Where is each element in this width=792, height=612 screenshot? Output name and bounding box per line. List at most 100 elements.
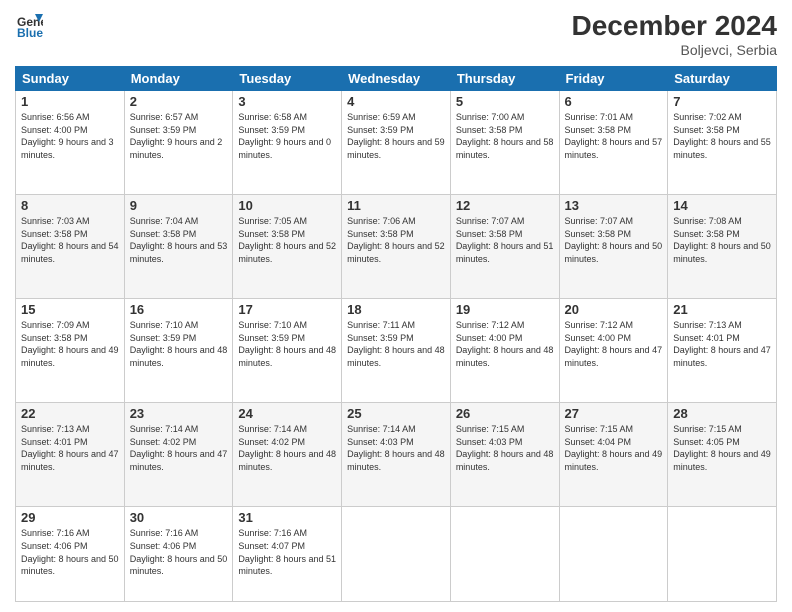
calendar-cell: 18Sunrise: 7:11 AMSunset: 3:59 PMDayligh… xyxy=(342,299,451,403)
weekday-header-saturday: Saturday xyxy=(668,67,777,91)
cell-details: Sunrise: 7:04 AMSunset: 3:58 PMDaylight:… xyxy=(130,215,228,265)
calendar-cell: 19Sunrise: 7:12 AMSunset: 4:00 PMDayligh… xyxy=(450,299,559,403)
cell-details: Sunrise: 6:56 AMSunset: 4:00 PMDaylight:… xyxy=(21,111,119,161)
day-number: 5 xyxy=(456,94,554,109)
day-number: 31 xyxy=(238,510,336,525)
cell-details: Sunrise: 7:03 AMSunset: 3:58 PMDaylight:… xyxy=(21,215,119,265)
calendar-cell xyxy=(668,507,777,602)
day-number: 3 xyxy=(238,94,336,109)
calendar-week-1: 1 Sunrise: 6:56 AMSunset: 4:00 PMDaylight… xyxy=(16,91,777,195)
calendar-week-5: 29 Sunrise: 7:16 AMSunset: 4:06 PMDayligh… xyxy=(16,507,777,602)
page: General Blue December 2024 Boljevci, Ser… xyxy=(0,0,792,612)
day-number: 30 xyxy=(130,510,228,525)
cell-details: Sunrise: 7:14 AMSunset: 4:02 PMDaylight:… xyxy=(238,423,336,473)
calendar-cell: 22 Sunrise: 7:13 AMSunset: 4:01 PMDayligh… xyxy=(16,403,125,507)
calendar-cell: 6 Sunrise: 7:01 AMSunset: 3:58 PMDaylight… xyxy=(559,91,668,195)
cell-details: Sunrise: 7:09 AMSunset: 3:58 PMDaylight:… xyxy=(21,319,119,369)
day-number: 24 xyxy=(238,406,336,421)
day-number: 1 xyxy=(21,94,119,109)
svg-text:Blue: Blue xyxy=(17,26,43,38)
day-number: 26 xyxy=(456,406,554,421)
day-number: 15 xyxy=(21,302,119,317)
weekday-header-thursday: Thursday xyxy=(450,67,559,91)
day-number: 27 xyxy=(565,406,663,421)
calendar-cell: 3 Sunrise: 6:58 AMSunset: 3:59 PMDaylight… xyxy=(233,91,342,195)
cell-details: Sunrise: 7:08 AMSunset: 3:58 PMDaylight:… xyxy=(673,215,771,265)
day-number: 8 xyxy=(21,198,119,213)
cell-details: Sunrise: 7:16 AMSunset: 4:06 PMDaylight:… xyxy=(21,527,119,577)
calendar-cell: 4 Sunrise: 6:59 AMSunset: 3:59 PMDaylight… xyxy=(342,91,451,195)
weekday-header-friday: Friday xyxy=(559,67,668,91)
weekday-header-sunday: Sunday xyxy=(16,67,125,91)
cell-details: Sunrise: 7:10 AMSunset: 3:59 PMDaylight:… xyxy=(130,319,228,369)
calendar-header-row: SundayMondayTuesdayWednesdayThursdayFrid… xyxy=(16,67,777,91)
calendar-cell: 9 Sunrise: 7:04 AMSunset: 3:58 PMDaylight… xyxy=(124,195,233,299)
calendar-cell: 12Sunrise: 7:07 AMSunset: 3:58 PMDayligh… xyxy=(450,195,559,299)
location: Boljevci, Serbia xyxy=(572,42,777,58)
day-number: 7 xyxy=(673,94,771,109)
day-number: 16 xyxy=(130,302,228,317)
cell-details: Sunrise: 7:10 AMSunset: 3:59 PMDaylight:… xyxy=(238,319,336,369)
calendar-cell: 8 Sunrise: 7:03 AMSunset: 3:58 PMDaylight… xyxy=(16,195,125,299)
calendar-cell xyxy=(450,507,559,602)
cell-details: Sunrise: 7:16 AMSunset: 4:06 PMDaylight:… xyxy=(130,527,228,577)
day-number: 4 xyxy=(347,94,445,109)
calendar-cell: 10 Sunrise: 7:05 AMSunset: 3:58 PMDayligh… xyxy=(233,195,342,299)
calendar-cell: 2Sunrise: 6:57 AMSunset: 3:59 PMDaylight… xyxy=(124,91,233,195)
calendar-week-2: 8 Sunrise: 7:03 AMSunset: 3:58 PMDaylight… xyxy=(16,195,777,299)
cell-details: Sunrise: 7:14 AMSunset: 4:03 PMDaylight:… xyxy=(347,423,445,473)
day-number: 29 xyxy=(21,510,119,525)
calendar-cell: 17 Sunrise: 7:10 AMSunset: 3:59 PMDayligh… xyxy=(233,299,342,403)
calendar-cell: 16 Sunrise: 7:10 AMSunset: 3:59 PMDayligh… xyxy=(124,299,233,403)
calendar-cell: 15 Sunrise: 7:09 AMSunset: 3:58 PMDayligh… xyxy=(16,299,125,403)
calendar-cell: 11 Sunrise: 7:06 AMSunset: 3:58 PMDayligh… xyxy=(342,195,451,299)
cell-details: Sunrise: 7:05 AMSunset: 3:58 PMDaylight:… xyxy=(238,215,336,265)
cell-details: Sunrise: 7:15 AMSunset: 4:03 PMDaylight:… xyxy=(456,423,554,473)
cell-details: Sunrise: 7:13 AMSunset: 4:01 PMDaylight:… xyxy=(673,319,771,369)
day-number: 28 xyxy=(673,406,771,421)
day-number: 6 xyxy=(565,94,663,109)
calendar-cell: 26 Sunrise: 7:15 AMSunset: 4:03 PMDayligh… xyxy=(450,403,559,507)
day-number: 9 xyxy=(130,198,228,213)
calendar-cell: 5Sunrise: 7:00 AMSunset: 3:58 PMDaylight… xyxy=(450,91,559,195)
calendar-cell: 24 Sunrise: 7:14 AMSunset: 4:02 PMDayligh… xyxy=(233,403,342,507)
day-number: 2 xyxy=(130,94,228,109)
calendar-cell: 21 Sunrise: 7:13 AMSunset: 4:01 PMDayligh… xyxy=(668,299,777,403)
calendar-cell: 13Sunrise: 7:07 AMSunset: 3:58 PMDayligh… xyxy=(559,195,668,299)
cell-details: Sunrise: 7:07 AMSunset: 3:58 PMDaylight:… xyxy=(565,215,663,265)
cell-details: Sunrise: 7:13 AMSunset: 4:01 PMDaylight:… xyxy=(21,423,119,473)
header: General Blue December 2024 Boljevci, Ser… xyxy=(15,10,777,58)
day-number: 23 xyxy=(130,406,228,421)
calendar-cell: 7Sunrise: 7:02 AMSunset: 3:58 PMDaylight… xyxy=(668,91,777,195)
month-title: December 2024 xyxy=(572,10,777,42)
calendar-cell: 23 Sunrise: 7:14 AMSunset: 4:02 PMDayligh… xyxy=(124,403,233,507)
cell-details: Sunrise: 6:58 AMSunset: 3:59 PMDaylight:… xyxy=(238,111,336,161)
calendar-cell xyxy=(342,507,451,602)
cell-details: Sunrise: 6:59 AMSunset: 3:59 PMDaylight:… xyxy=(347,111,445,161)
calendar-week-4: 22 Sunrise: 7:13 AMSunset: 4:01 PMDayligh… xyxy=(16,403,777,507)
cell-details: Sunrise: 7:12 AMSunset: 4:00 PMDaylight:… xyxy=(565,319,663,369)
calendar-cell: 20 Sunrise: 7:12 AMSunset: 4:00 PMDayligh… xyxy=(559,299,668,403)
title-block: December 2024 Boljevci, Serbia xyxy=(572,10,777,58)
day-number: 10 xyxy=(238,198,336,213)
calendar-cell: 30 Sunrise: 7:16 AMSunset: 4:06 PMDayligh… xyxy=(124,507,233,602)
cell-details: Sunrise: 7:06 AMSunset: 3:58 PMDaylight:… xyxy=(347,215,445,265)
day-number: 21 xyxy=(673,302,771,317)
cell-details: Sunrise: 7:16 AMSunset: 4:07 PMDaylight:… xyxy=(238,527,336,577)
calendar-cell: 28 Sunrise: 7:15 AMSunset: 4:05 PMDayligh… xyxy=(668,403,777,507)
cell-details: Sunrise: 7:14 AMSunset: 4:02 PMDaylight:… xyxy=(130,423,228,473)
day-number: 20 xyxy=(565,302,663,317)
day-number: 18 xyxy=(347,302,445,317)
day-number: 22 xyxy=(21,406,119,421)
weekday-header-tuesday: Tuesday xyxy=(233,67,342,91)
day-number: 17 xyxy=(238,302,336,317)
cell-details: Sunrise: 7:01 AMSunset: 3:58 PMDaylight:… xyxy=(565,111,663,161)
cell-details: Sunrise: 7:15 AMSunset: 4:05 PMDaylight:… xyxy=(673,423,771,473)
day-number: 14 xyxy=(673,198,771,213)
calendar-week-3: 15 Sunrise: 7:09 AMSunset: 3:58 PMDayligh… xyxy=(16,299,777,403)
day-number: 19 xyxy=(456,302,554,317)
calendar-cell: 25Sunrise: 7:14 AMSunset: 4:03 PMDayligh… xyxy=(342,403,451,507)
day-number: 11 xyxy=(347,198,445,213)
logo: General Blue xyxy=(15,10,43,38)
cell-details: Sunrise: 7:15 AMSunset: 4:04 PMDaylight:… xyxy=(565,423,663,473)
